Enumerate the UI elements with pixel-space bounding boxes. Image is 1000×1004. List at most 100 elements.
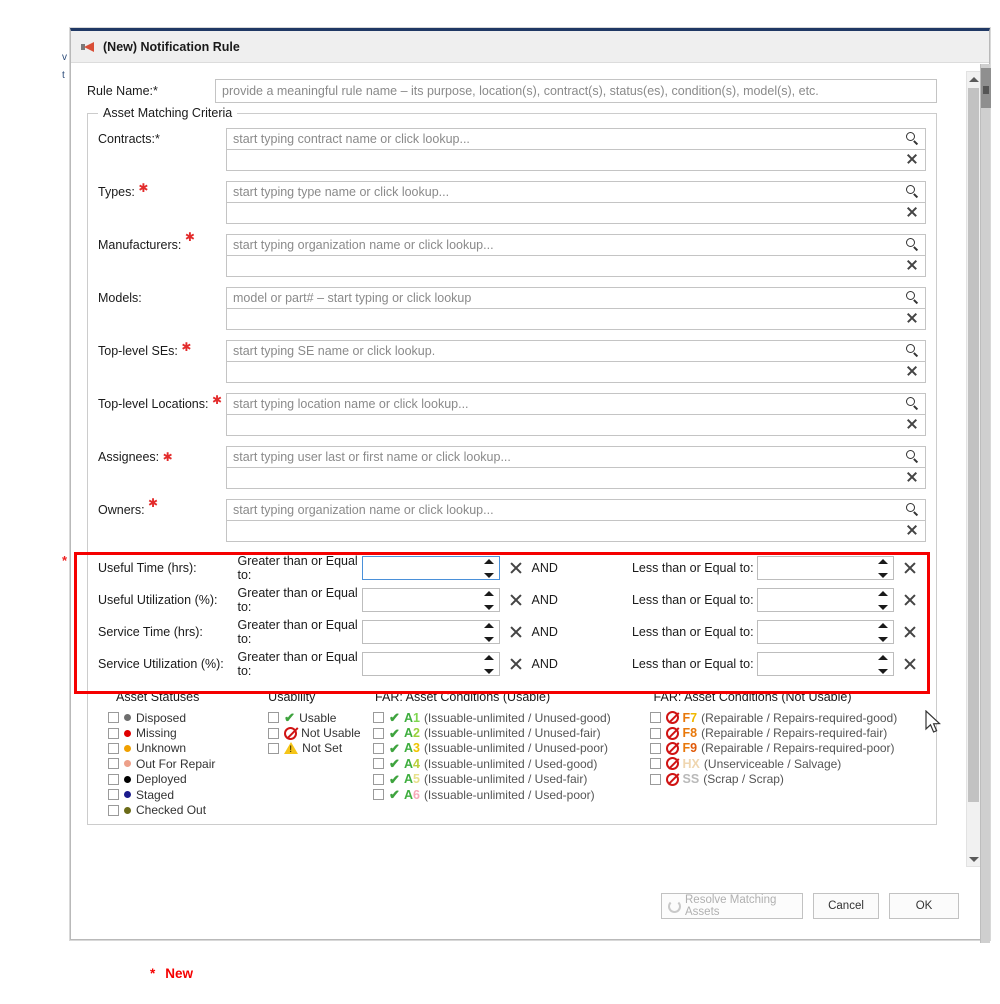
lookup-search-icon-models[interactable] <box>906 291 920 305</box>
rule-name-input[interactable]: provide a meaningful rule name – its pur… <box>215 79 937 103</box>
clear-icon-manufacturers[interactable] <box>906 259 920 273</box>
input-models[interactable]: model or part# – start typing or click l… <box>226 287 926 309</box>
chips-models[interactable] <box>226 309 926 330</box>
checkbox-a1[interactable] <box>373 712 385 724</box>
checkbox-row-a3[interactable]: ✔ A3 (Issuable-unlimited / Unused-poor) <box>373 741 649 756</box>
checkbox-f8[interactable] <box>649 727 661 739</box>
clear-gte-service-utilization[interactable] <box>500 657 532 671</box>
chips-contracts[interactable] <box>226 150 926 171</box>
clear-gte-useful-utilization[interactable] <box>500 593 532 607</box>
clear-icon-top-level-locations[interactable] <box>906 418 920 432</box>
lookup-search-icon-manufacturers[interactable] <box>906 238 920 252</box>
gte-input-service-utilization[interactable] <box>362 652 500 676</box>
checkbox-row-out-for-repair[interactable]: Out For Repair <box>108 756 268 771</box>
checkbox-a4[interactable] <box>373 758 385 770</box>
clear-gte-useful-time[interactable] <box>500 561 532 575</box>
scrollbar-thumb[interactable] <box>968 88 979 802</box>
lte-input-service-time[interactable] <box>756 620 895 644</box>
checkbox-f9[interactable] <box>649 742 661 754</box>
input-top-level-ses[interactable]: start typing SE name or click lookup. <box>226 340 926 362</box>
lte-input-service-utilization[interactable] <box>756 652 895 676</box>
checkbox-staged[interactable] <box>108 789 119 801</box>
checkbox-row-missing[interactable]: Missing <box>108 725 268 740</box>
checkbox-disposed[interactable] <box>108 712 119 724</box>
clear-icon-contracts[interactable] <box>906 153 920 167</box>
checkbox-checked-out[interactable] <box>108 804 119 816</box>
gte-input-useful-time[interactable] <box>362 556 500 580</box>
lookup-search-icon-assignees[interactable] <box>906 450 920 464</box>
chips-types[interactable] <box>226 203 926 224</box>
checkbox-row-a1[interactable]: ✔ A1 (Issuable-unlimited / Unused-good) <box>373 710 649 725</box>
checkbox-row-disposed[interactable]: Disposed <box>108 710 268 725</box>
checkbox-row-f8[interactable]: F8 (Repairable / Repairs-required-fair) <box>649 725 926 740</box>
spinner-arrows-icon[interactable] <box>878 623 889 642</box>
checkbox-a2[interactable] <box>373 727 385 739</box>
clear-lte-useful-utilization[interactable] <box>894 593 926 607</box>
checkbox-hx[interactable] <box>649 758 661 770</box>
clear-icon-owners[interactable] <box>906 524 920 538</box>
checkbox-row-unknown[interactable]: Unknown <box>108 741 268 756</box>
checkbox-row-a5[interactable]: ✔ A5 (Issuable-unlimited / Used-fair) <box>373 772 649 787</box>
gte-input-service-time[interactable] <box>362 620 500 644</box>
checkbox-row-f9[interactable]: F9 (Repairable / Repairs-required-poor) <box>649 741 926 756</box>
spinner-arrows-icon[interactable] <box>483 655 494 674</box>
spinner-arrows-icon[interactable] <box>483 623 494 642</box>
lookup-search-icon-types[interactable] <box>906 185 920 199</box>
chips-top-level-locations[interactable] <box>226 415 926 436</box>
chips-manufacturers[interactable] <box>226 256 926 277</box>
checkbox-usable[interactable] <box>268 712 280 724</box>
checkbox-out-for-repair[interactable] <box>108 758 119 770</box>
clear-icon-types[interactable] <box>906 206 920 220</box>
input-contracts[interactable]: start typing contract name or click look… <box>226 128 926 150</box>
cancel-button[interactable]: Cancel <box>813 893 879 919</box>
input-owners[interactable]: start typing organization name or click … <box>226 499 926 521</box>
checkbox-a6[interactable] <box>373 789 385 801</box>
checkbox-row-f7[interactable]: F7 (Repairable / Repairs-required-good) <box>649 710 926 725</box>
spinner-arrows-icon[interactable] <box>483 559 494 578</box>
input-types[interactable]: start typing type name or click lookup..… <box>226 181 926 203</box>
checkbox-a3[interactable] <box>373 742 385 754</box>
checkbox-row-a6[interactable]: ✔ A6 (Issuable-unlimited / Used-poor) <box>373 787 649 802</box>
clear-icon-assignees[interactable] <box>906 471 920 485</box>
checkbox-a5[interactable] <box>373 773 385 785</box>
clear-lte-useful-time[interactable] <box>894 561 926 575</box>
checkbox-row-staged[interactable]: Staged <box>108 787 268 802</box>
lte-input-useful-utilization[interactable] <box>756 588 895 612</box>
checkbox-row-deployed[interactable]: Deployed <box>108 772 268 787</box>
input-manufacturers[interactable]: start typing organization name or click … <box>226 234 926 256</box>
resolve-matching-assets-button[interactable]: Resolve Matching Assets <box>661 893 803 919</box>
input-assignees[interactable]: start typing user last or first name or … <box>226 446 926 468</box>
chips-assignees[interactable] <box>226 468 926 489</box>
checkbox-row-hx[interactable]: HX (Unserviceable / Salvage) <box>649 756 926 771</box>
checkbox-f7[interactable] <box>649 712 661 724</box>
ok-button[interactable]: OK <box>889 893 959 919</box>
checkbox-not-usable[interactable] <box>268 727 280 739</box>
checkbox-unknown[interactable] <box>108 742 119 754</box>
checkbox-row-a2[interactable]: ✔ A2 (Issuable-unlimited / Unused-fair) <box>373 725 649 740</box>
checkbox-ss[interactable] <box>649 773 661 785</box>
spinner-arrows-icon[interactable] <box>483 591 494 610</box>
window-scrollbar-thumb[interactable] <box>981 68 991 108</box>
checkbox-deployed[interactable] <box>108 773 119 785</box>
lookup-search-icon-owners[interactable] <box>906 503 920 517</box>
scroll-down-arrow-icon[interactable] <box>967 852 980 866</box>
checkbox-missing[interactable] <box>108 727 119 739</box>
spinner-arrows-icon[interactable] <box>878 559 889 578</box>
spinner-arrows-icon[interactable] <box>878 655 889 674</box>
clear-lte-service-time[interactable] <box>894 625 926 639</box>
lookup-search-icon-top-level-ses[interactable] <box>906 344 920 358</box>
gte-input-useful-utilization[interactable] <box>362 588 500 612</box>
checkbox-row-checked-out[interactable]: Checked Out <box>108 802 268 817</box>
window-vertical-scrollbar[interactable] <box>980 64 991 943</box>
checkbox-not-set[interactable] <box>268 742 280 754</box>
checkbox-row-not-set[interactable]: Not Set <box>268 741 373 756</box>
clear-icon-models[interactable] <box>906 312 920 326</box>
checkbox-row-a4[interactable]: ✔ A4 (Issuable-unlimited / Used-good) <box>373 756 649 771</box>
chips-top-level-ses[interactable] <box>226 362 926 383</box>
checkbox-row-usable[interactable]: ✔ Usable <box>268 710 373 725</box>
clear-icon-top-level-ses[interactable] <box>906 365 920 379</box>
checkbox-row-not-usable[interactable]: Not Usable <box>268 725 373 740</box>
chips-owners[interactable] <box>226 521 926 542</box>
clear-gte-service-time[interactable] <box>500 625 532 639</box>
spinner-arrows-icon[interactable] <box>878 591 889 610</box>
